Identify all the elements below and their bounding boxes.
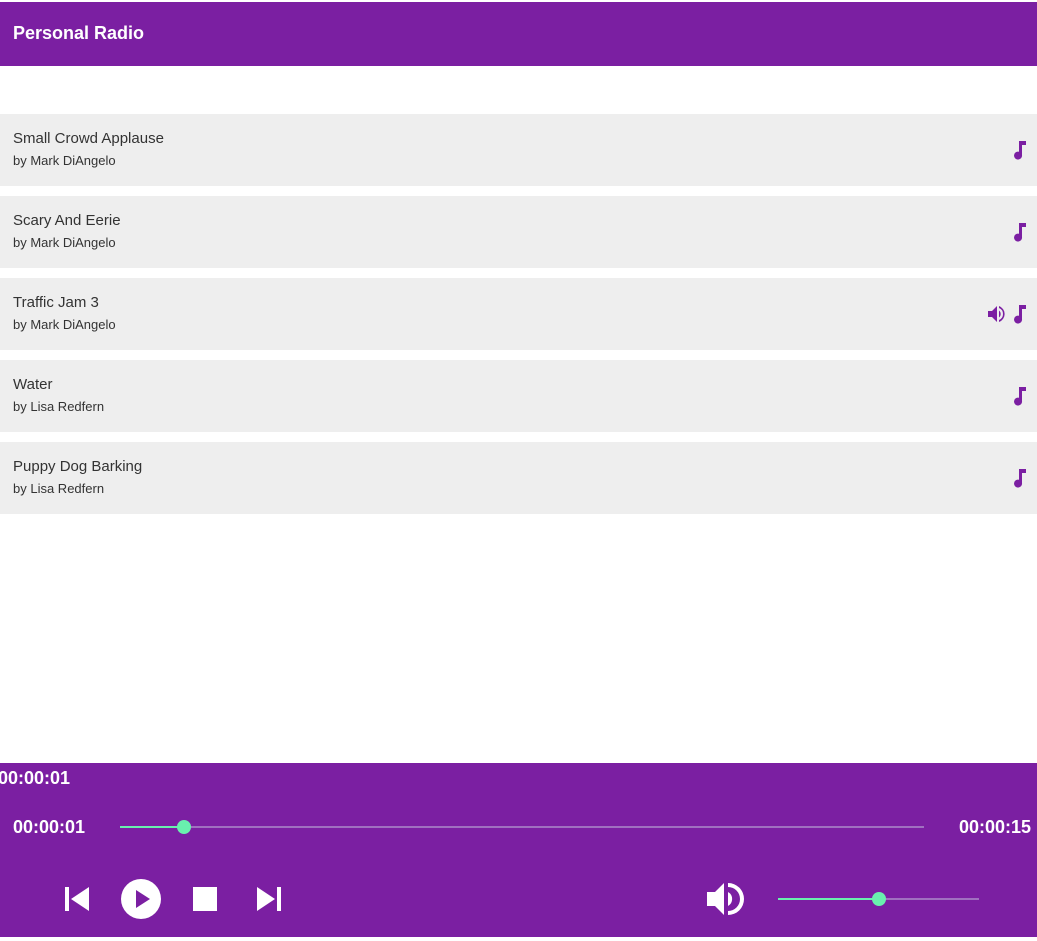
music-note-icon (1013, 304, 1027, 324)
volume-slider-thumb[interactable] (871, 892, 886, 906)
music-note-icon (1013, 386, 1027, 406)
music-note-icon (1013, 468, 1027, 488)
track-artist: by Mark DiAngelo (13, 317, 116, 332)
track-item[interactable]: Water by Lisa Redfern (0, 360, 1037, 432)
track-artist: by Lisa Redfern (13, 399, 105, 414)
volume-button[interactable] (706, 880, 746, 918)
track-icons (1013, 140, 1027, 160)
stop-button[interactable] (192, 887, 218, 911)
progress-slider-fill (120, 826, 185, 828)
track-icons (1013, 386, 1027, 406)
track-artist: by Mark DiAngelo (13, 235, 116, 250)
track-icons (1013, 222, 1027, 242)
progress-slider[interactable] (120, 820, 924, 834)
track-title: Small Crowd Applause (13, 130, 164, 147)
app: Personal Radio Small Crowd Applause by M… (0, 0, 1037, 941)
play-icon (120, 878, 162, 920)
track-item[interactable]: Scary And Eerie by Mark DiAngelo (0, 196, 1037, 268)
music-note-icon (1013, 222, 1027, 242)
track-icons (1013, 468, 1027, 488)
track-title: Puppy Dog Barking (13, 458, 143, 475)
track-item[interactable]: Puppy Dog Barking by Lisa Redfern (0, 442, 1037, 514)
track-artist: by Lisa Redfern (13, 481, 105, 496)
elapsed-time-header: 00:00:01 (0, 768, 71, 788)
music-note-icon (1013, 140, 1027, 160)
track-title: Water (13, 376, 53, 393)
app-title: Personal Radio (13, 23, 145, 43)
track-icons (987, 304, 1027, 324)
volume-up-icon (706, 880, 746, 918)
track-list: Small Crowd Applause by Mark DiAngelo Sc… (0, 114, 1037, 524)
track-title: Traffic Jam 3 (13, 294, 99, 311)
current-time: 00:00:01 (13, 817, 86, 837)
volume-slider[interactable] (778, 892, 979, 906)
track-title: Scary And Eerie (13, 212, 121, 229)
total-time: 00:00:15 (958, 817, 1031, 837)
app-toolbar: Personal Radio (0, 2, 1037, 66)
track-item[interactable]: Small Crowd Applause by Mark DiAngelo (0, 114, 1037, 186)
stop-icon (192, 887, 218, 911)
volume-slider-fill (778, 898, 879, 900)
track-item[interactable]: Traffic Jam 3 by Mark DiAngelo (0, 278, 1037, 350)
play-button[interactable] (120, 878, 162, 920)
track-artist: by Mark DiAngelo (13, 153, 116, 168)
now-playing-speaker-icon (987, 304, 1007, 324)
skip-previous-button[interactable] (63, 886, 91, 912)
player-bar: 00:00:01 00:00:01 00:00:15 (0, 763, 1037, 937)
skip-next-icon (255, 886, 283, 912)
progress-slider-thumb[interactable] (177, 820, 192, 834)
skip-previous-icon (63, 886, 91, 912)
skip-next-button[interactable] (255, 886, 283, 912)
